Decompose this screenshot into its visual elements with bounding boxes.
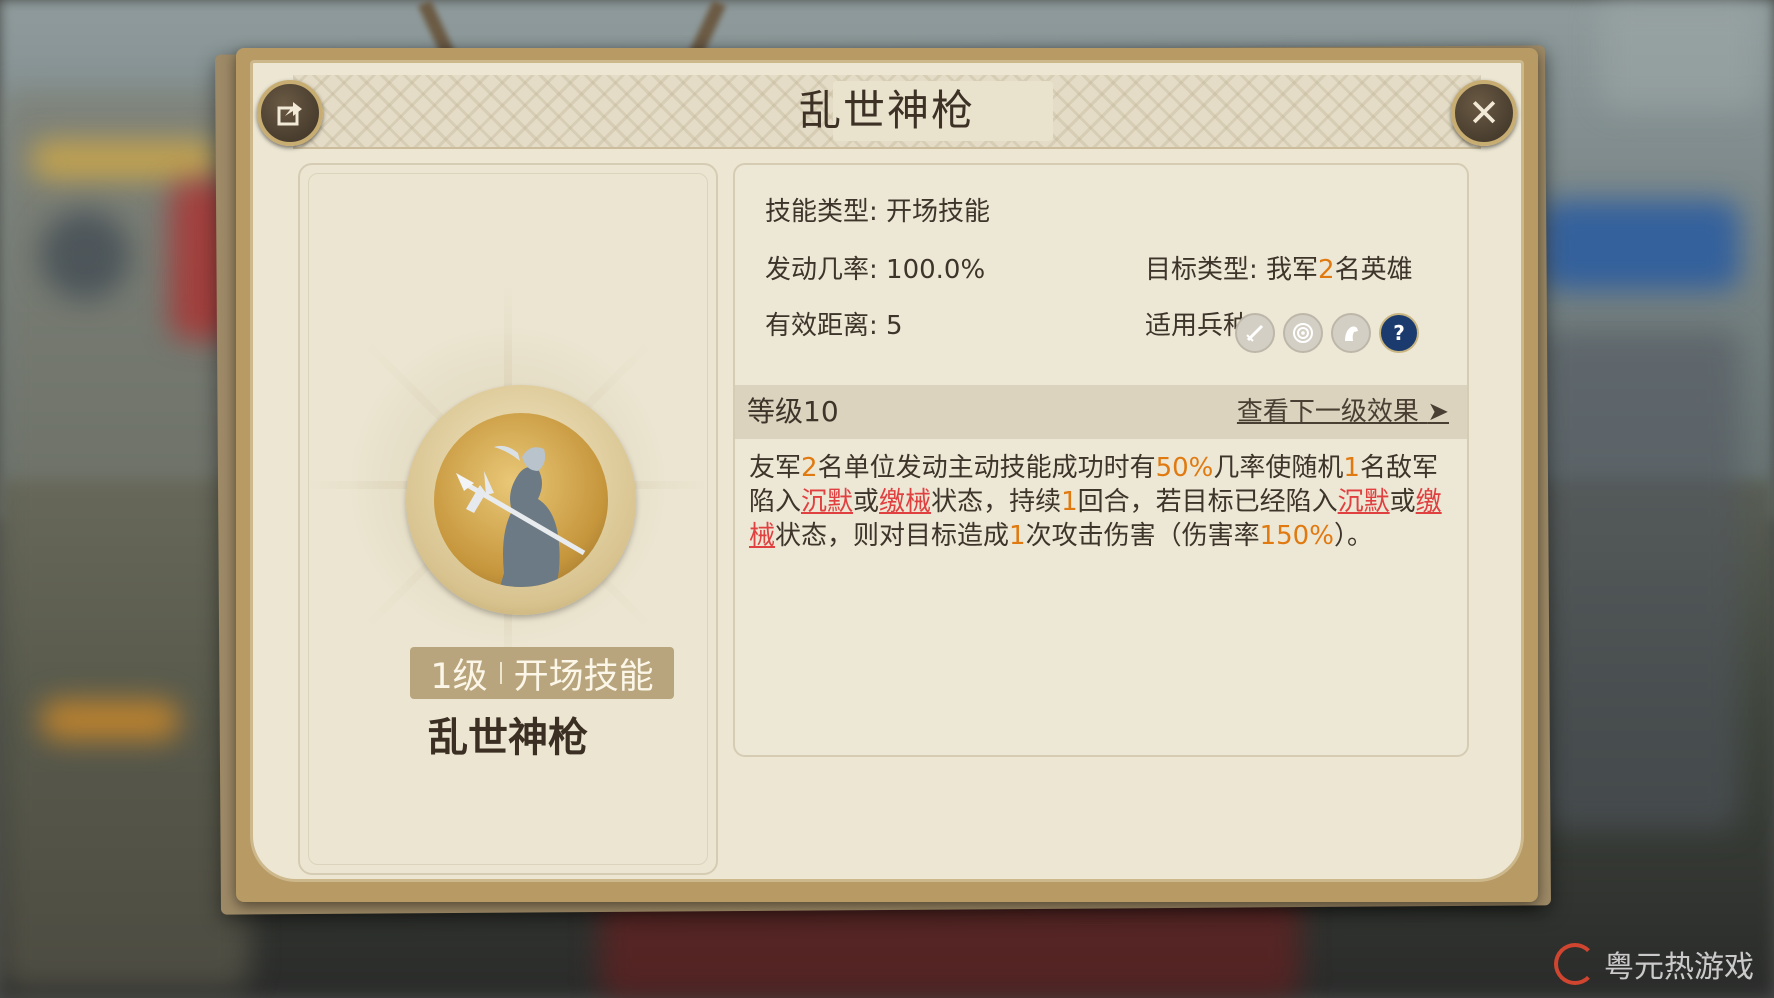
description-text: 状态，持续 xyxy=(931,487,1062,517)
share-icon xyxy=(277,102,302,126)
description-text: ）。 xyxy=(1333,521,1373,551)
archer-icon[interactable] xyxy=(1283,313,1323,353)
title-bar: 乱世神枪 xyxy=(293,75,1481,149)
trigger-rate-value: 100.0% xyxy=(886,255,986,285)
target-type-value: 我军2名英雄 xyxy=(1266,255,1413,285)
description-value: 2 xyxy=(801,453,818,483)
cavalry-icon[interactable] xyxy=(1331,313,1371,353)
description-text: 或 xyxy=(1389,487,1416,517)
chevron-right-icon: ➤ xyxy=(1427,397,1449,427)
target-type-label: 目标类型: xyxy=(1145,255,1258,285)
skill-portrait-panel: 1级 开场技能 乱世神枪 xyxy=(298,163,718,875)
level-label: 等级10 xyxy=(747,395,839,428)
watermark-logo-icon xyxy=(1554,943,1596,985)
skill-info-panel: 技能类型: 开场技能 发动几率: 100.0% 目标类型: 我军2名英雄 有效距… xyxy=(733,163,1469,757)
skill-type-row: 技能类型: 开场技能 xyxy=(765,191,990,228)
skill-type-tag: 开场技能 xyxy=(513,656,654,697)
target-type-row: 目标类型: 我军2名英雄 xyxy=(1145,249,1413,286)
skill-description: 友军2名单位发动主动技能成功时有50%几率使随机1名敌军陷入沉默或缴械状态，持续… xyxy=(749,451,1455,553)
description-value: 1 xyxy=(1061,487,1078,517)
dialog-title: 乱世神枪 xyxy=(798,86,975,135)
status-keyword: 缴械 xyxy=(879,487,932,517)
status-keyword: 沉默 xyxy=(1337,487,1390,517)
range-value: 5 xyxy=(886,311,903,341)
dialog-body: 乱世神枪 ✕ 1级 开场技能 乱世神枪 技能类型: 开场技能 发动几率: 100… xyxy=(250,60,1524,882)
range-row: 有效距离: 5 xyxy=(765,305,903,342)
description-text: 名单位发动主动技能成功时有 xyxy=(817,453,1156,483)
spearman-portrait-icon xyxy=(434,413,608,587)
trigger-rate-row: 发动几率: 100.0% xyxy=(765,249,985,286)
skill-type-value: 开场技能 xyxy=(886,197,991,227)
description-value: 1 xyxy=(1009,521,1026,551)
close-button[interactable]: ✕ xyxy=(1451,80,1517,146)
share-button[interactable] xyxy=(257,80,323,146)
description-text: 次攻击伤害（伤害率 xyxy=(1025,521,1260,551)
description-value: 150% xyxy=(1259,521,1334,551)
trigger-rate-label: 发动几率: xyxy=(765,255,878,285)
skill-type-label: 技能类型: xyxy=(765,197,878,227)
skill-name: 乱世神枪 xyxy=(428,715,588,761)
next-level-link[interactable]: 查看下一级效果 ➤ xyxy=(1237,385,1449,439)
watermark: 粤元热游戏 xyxy=(1554,942,1754,986)
level-bar: 等级10 查看下一级效果 ➤ xyxy=(735,385,1467,439)
description-value: 50% xyxy=(1155,453,1214,483)
description-text: 状态，则对目标造成 xyxy=(775,521,1010,551)
skill-level-tag: 1级 开场技能 xyxy=(410,647,674,699)
skill-medal xyxy=(406,385,636,615)
status-keyword: 沉默 xyxy=(801,487,854,517)
description-text: 或 xyxy=(853,487,880,517)
description-text: 友军 xyxy=(749,453,802,483)
watermark-text: 粤元热游戏 xyxy=(1604,950,1754,985)
close-icon: ✕ xyxy=(1468,91,1500,135)
description-value: 1 xyxy=(1343,453,1360,483)
description-text: 几率使随机 xyxy=(1213,453,1344,483)
range-label: 有效距离: xyxy=(765,311,878,341)
unit-type-icons: ? xyxy=(1235,313,1419,353)
description-text: 回合，若目标已经陷入 xyxy=(1077,487,1338,517)
unknown-unit-icon[interactable]: ? xyxy=(1379,313,1419,353)
infantry-icon[interactable] xyxy=(1235,313,1275,353)
skill-level: 1级 xyxy=(430,656,488,697)
skill-detail-dialog: 乱世神枪 ✕ 1级 开场技能 乱世神枪 技能类型: 开场技能 发动几率: 100… xyxy=(236,48,1538,902)
